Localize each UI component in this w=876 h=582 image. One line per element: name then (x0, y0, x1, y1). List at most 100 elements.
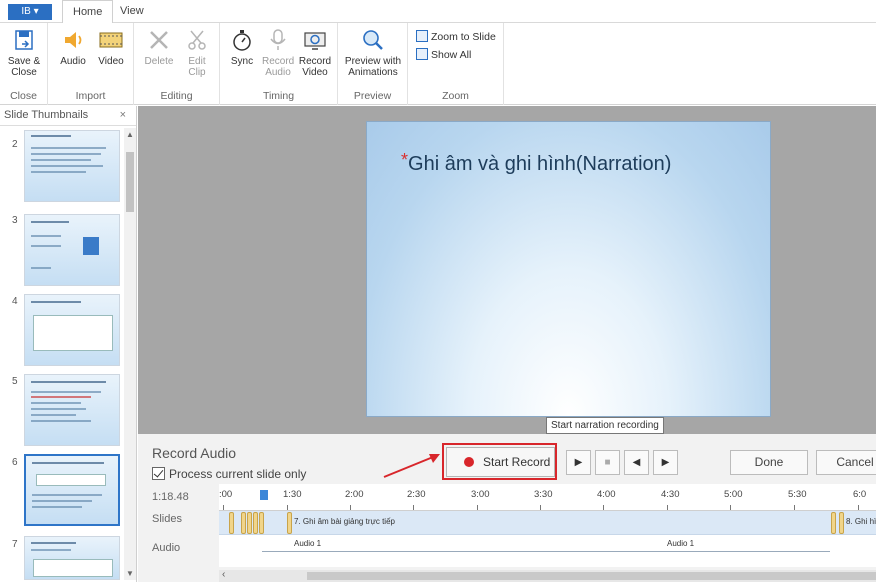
slide-clip-marker[interactable] (253, 512, 258, 534)
scroll-up-icon[interactable]: ▲ (125, 130, 135, 139)
sync-button[interactable]: Sync (228, 27, 256, 67)
scroll-down-icon[interactable]: ▼ (125, 569, 135, 578)
thumb-title-line (31, 301, 81, 303)
thumb-number: 2 (12, 139, 18, 150)
scroll-left-icon[interactable]: ‹ (222, 569, 225, 580)
slide-thumbnails-panel: Slide Thumbnails × 2 3 4 5 6 7 ▲ ▼ (0, 106, 137, 582)
process-current-slide-checkbox[interactable]: Process current slide only (152, 467, 306, 481)
thumbnails-scrollbar[interactable]: ▲ ▼ (124, 128, 136, 580)
video-button[interactable]: Video (96, 27, 126, 67)
record-audio-label: Record Audio (262, 56, 295, 78)
tab-home[interactable]: Home (62, 0, 114, 24)
thumb-text-line (31, 165, 103, 167)
ruler-tick (350, 505, 351, 510)
annotation-arrow-icon (383, 454, 440, 478)
slide-thumbnail-selected[interactable] (24, 454, 120, 526)
record-audio-button[interactable]: Record Audio (262, 27, 294, 78)
tab-view[interactable]: View (110, 0, 154, 23)
slides-row-label: Slides (152, 513, 182, 525)
ruler-label: 3:30 (534, 489, 553, 500)
ruler-tick (223, 505, 224, 510)
ruler-label: :00 (219, 489, 233, 500)
group-timing-label: Timing (262, 90, 295, 102)
sync-label: Sync (230, 56, 254, 67)
save-close-button[interactable]: Save & Close (6, 27, 42, 78)
stop-button[interactable]: ■ (595, 450, 620, 475)
timeline-ruler[interactable]: :00 1:30 2:00 2:30 3:00 3:30 4:00 4:30 5… (219, 484, 876, 511)
speaker-icon (60, 27, 86, 53)
preview-animations-button[interactable]: Preview with Animations (342, 27, 404, 78)
zoom-to-slide-button[interactable]: Zoom to Slide (416, 30, 496, 43)
thumb-text-line (31, 147, 106, 149)
thumb-title-line (31, 221, 69, 223)
process-current-slide-label: Process current slide only (169, 467, 307, 481)
record-video-button[interactable]: Record Video (298, 27, 332, 78)
previous-button[interactable]: ◀ (624, 450, 649, 475)
scissors-icon (184, 27, 210, 53)
ruler-tick (858, 505, 859, 510)
slide-thumbnail[interactable] (24, 130, 120, 202)
ruler-tick (287, 505, 288, 510)
audio-track[interactable]: Audio 1 Audio 1 (219, 535, 876, 567)
close-icon[interactable]: × (120, 106, 126, 125)
slide-thumbnail[interactable] (24, 214, 120, 286)
delete-button[interactable]: Delete (144, 27, 174, 67)
slide-clip-marker[interactable] (259, 512, 264, 534)
thumb-text-line (31, 402, 81, 404)
zoom-slide-icon (416, 30, 428, 42)
show-all-button[interactable]: Show All (416, 48, 471, 61)
slide-clip-marker[interactable] (247, 512, 252, 534)
audio-button[interactable]: Audio (58, 27, 88, 67)
thumb-number: 5 (12, 376, 18, 387)
audio-label: Audio (60, 56, 86, 67)
scrollbar-thumb[interactable] (126, 152, 134, 212)
slide-clip-marker[interactable] (839, 512, 844, 534)
thumb-text-line (31, 420, 91, 422)
slide-thumbnail[interactable] (24, 294, 120, 366)
microphone-icon (265, 27, 291, 53)
play-button[interactable]: ▶ (566, 450, 591, 475)
thumb-text-line (31, 549, 71, 551)
thumb-title-line (32, 462, 104, 464)
ruler-tick (540, 505, 541, 510)
done-button[interactable]: Done (730, 450, 808, 475)
ruler-label: 5:30 (788, 489, 807, 500)
ribbon: Save & Close Close Audio Video Import De… (0, 23, 876, 105)
group-timing: Sync Record Audio Record Video Timing (220, 23, 338, 105)
timeline-scrollbar[interactable]: ‹ (219, 569, 876, 582)
title-star: * (401, 150, 409, 170)
group-editing: Delete Edit Clip Editing (134, 23, 220, 105)
slide-clip-marker[interactable] (831, 512, 836, 534)
edit-clip-button[interactable]: Edit Clip (182, 27, 212, 78)
slide-clip-marker[interactable] (229, 512, 234, 534)
thumb-toolbar (36, 474, 106, 486)
checkbox-checked-icon[interactable] (152, 467, 165, 480)
ruler-tick (730, 505, 731, 510)
arrow-left-icon: ◀ (632, 457, 641, 468)
tooltip: Start narration recording (546, 417, 664, 434)
ruler-label: 2:30 (407, 489, 426, 500)
next-button[interactable]: ▶ (653, 450, 678, 475)
ruler-label: 3:00 (471, 489, 490, 500)
slide-thumbnail[interactable] (24, 374, 120, 446)
play-icon: ▶ (574, 457, 583, 468)
slide-thumbnail[interactable] (24, 536, 120, 580)
thumb-text-line (32, 500, 92, 502)
delete-x-icon (146, 27, 172, 53)
cancel-button[interactable]: Cancel (816, 450, 876, 475)
group-close: Save & Close Close (0, 23, 48, 105)
show-all-label: Show All (431, 49, 472, 61)
video-label: Video (98, 56, 124, 67)
slide-clip-marker[interactable] (287, 512, 292, 534)
slide-clip-marker[interactable] (241, 512, 246, 534)
webcam-icon (302, 27, 328, 53)
thumbnails-title: Slide Thumbnails (4, 109, 89, 121)
thumb-number: 6 (12, 457, 18, 468)
slides-track[interactable]: 7. Ghi âm bài giảng trực tiếp 8. Ghi hìn… (219, 511, 876, 535)
ruler-label: 4:00 (597, 489, 616, 500)
playhead-marker[interactable] (260, 490, 268, 500)
thumb-text-line (32, 494, 102, 496)
scrollbar-thumb[interactable] (307, 572, 876, 580)
file-menu-button[interactable]: IB ▾ (8, 4, 52, 20)
timeline[interactable]: :00 1:30 2:00 2:30 3:00 3:30 4:00 4:30 5… (219, 484, 876, 582)
